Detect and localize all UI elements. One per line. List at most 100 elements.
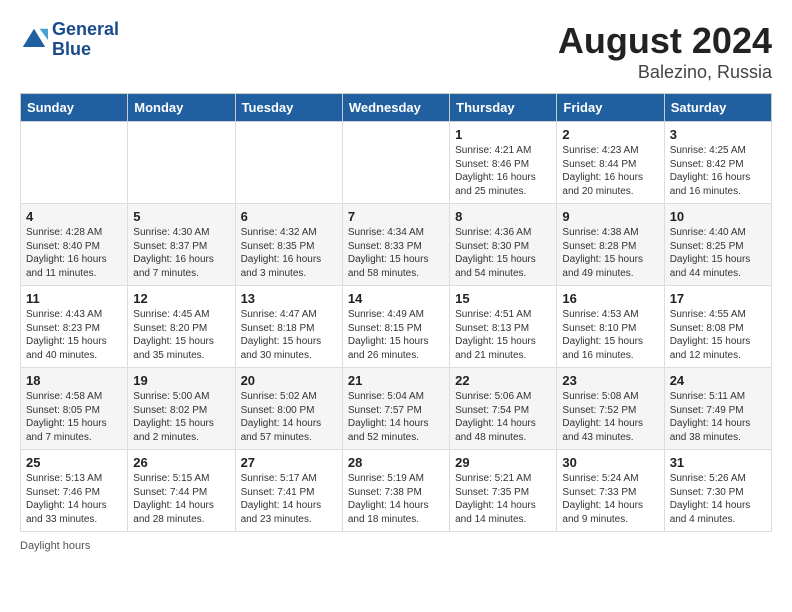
calendar-cell: 9 Sunrise: 4:38 AM Sunset: 8:28 PM Daylig… <box>557 204 664 286</box>
page-title: August 2024 <box>558 20 772 62</box>
calendar-week-row: 1 Sunrise: 4:21 AM Sunset: 8:46 PM Daylig… <box>21 122 772 204</box>
calendar-cell: 24 Sunrise: 5:11 AM Sunset: 7:49 PM Dayli… <box>664 368 771 450</box>
calendar-cell: 13 Sunrise: 4:47 AM Sunset: 8:18 PM Dayli… <box>235 286 342 368</box>
col-header-wednesday: Wednesday <box>342 94 449 122</box>
day-info: Sunrise: 4:58 AM Sunset: 8:05 PM Dayligh… <box>26 390 122 444</box>
calendar-week-row: 4 Sunrise: 4:28 AM Sunset: 8:40 PM Daylig… <box>21 204 772 286</box>
title-block: August 2024 Balezino, Russia <box>558 20 772 83</box>
day-number: 20 <box>241 373 337 388</box>
day-number: 25 <box>26 455 122 470</box>
calendar-cell: 29 Sunrise: 5:21 AM Sunset: 7:35 PM Dayli… <box>450 450 557 532</box>
day-number: 11 <box>26 291 122 306</box>
calendar-header-row: SundayMondayTuesdayWednesdayThursdayFrid… <box>21 94 772 122</box>
day-info: Sunrise: 5:15 AM Sunset: 7:44 PM Dayligh… <box>133 472 229 526</box>
calendar-cell: 27Sunrise: 5:17 AM Sunset: 7:41 PM Dayli… <box>235 450 342 532</box>
calendar-cell: 25Sunrise: 5:13 AM Sunset: 7:46 PM Dayli… <box>21 450 128 532</box>
col-header-tuesday: Tuesday <box>235 94 342 122</box>
day-info: Sunrise: 4:28 AM Sunset: 8:40 PM Dayligh… <box>26 226 122 280</box>
calendar-cell: 8 Sunrise: 4:36 AM Sunset: 8:30 PM Daylig… <box>450 204 557 286</box>
day-number: 12 <box>133 291 229 306</box>
calendar-cell: 4 Sunrise: 4:28 AM Sunset: 8:40 PM Daylig… <box>21 204 128 286</box>
calendar-cell: 1 Sunrise: 4:21 AM Sunset: 8:46 PM Daylig… <box>450 122 557 204</box>
day-number: 3 <box>670 127 766 142</box>
day-info: Sunrise: 5:21 AM Sunset: 7:35 PM Dayligh… <box>455 472 551 526</box>
calendar-week-row: 11 Sunrise: 4:43 AM Sunset: 8:23 PM Dayli… <box>21 286 772 368</box>
day-info: Sunrise: 4:40 AM Sunset: 8:25 PM Dayligh… <box>670 226 766 280</box>
calendar-cell: 16 Sunrise: 4:53 AM Sunset: 8:10 PM Dayli… <box>557 286 664 368</box>
calendar-cell: 18 Sunrise: 4:58 AM Sunset: 8:05 PM Dayli… <box>21 368 128 450</box>
calendar-cell: 31 Sunrise: 5:26 AM Sunset: 7:30 PM Dayli… <box>664 450 771 532</box>
col-header-friday: Friday <box>557 94 664 122</box>
col-header-sunday: Sunday <box>21 94 128 122</box>
calendar-cell: 14Sunrise: 4:49 AM Sunset: 8:15 PM Dayli… <box>342 286 449 368</box>
day-number: 16 <box>562 291 658 306</box>
day-number: 28 <box>348 455 444 470</box>
day-number: 31 <box>670 455 766 470</box>
day-info: Sunrise: 4:30 AM Sunset: 8:37 PM Dayligh… <box>133 226 229 280</box>
day-info: Sunrise: 4:23 AM Sunset: 8:44 PM Dayligh… <box>562 144 658 198</box>
day-number: 19 <box>133 373 229 388</box>
day-info: Sunrise: 5:26 AM Sunset: 7:30 PM Dayligh… <box>670 472 766 526</box>
day-info: Sunrise: 4:38 AM Sunset: 8:28 PM Dayligh… <box>562 226 658 280</box>
calendar-cell: 23 Sunrise: 5:08 AM Sunset: 7:52 PM Dayli… <box>557 368 664 450</box>
day-info: Sunrise: 4:34 AM Sunset: 8:33 PM Dayligh… <box>348 226 444 280</box>
day-info: Sunrise: 5:06 AM Sunset: 7:54 PM Dayligh… <box>455 390 551 444</box>
calendar-week-row: 25Sunrise: 5:13 AM Sunset: 7:46 PM Dayli… <box>21 450 772 532</box>
day-info: Sunrise: 5:24 AM Sunset: 7:33 PM Dayligh… <box>562 472 658 526</box>
day-info: Sunrise: 4:21 AM Sunset: 8:46 PM Dayligh… <box>455 144 551 198</box>
calendar-cell <box>21 122 128 204</box>
day-info: Sunrise: 4:43 AM Sunset: 8:23 PM Dayligh… <box>26 308 122 362</box>
calendar-cell: 19 Sunrise: 5:00 AM Sunset: 8:02 PM Dayli… <box>128 368 235 450</box>
day-number: 26 <box>133 455 229 470</box>
day-info: Sunrise: 5:04 AM Sunset: 7:57 PM Dayligh… <box>348 390 444 444</box>
day-number: 9 <box>562 209 658 224</box>
day-info: Sunrise: 4:25 AM Sunset: 8:42 PM Dayligh… <box>670 144 766 198</box>
logo-text: General Blue <box>52 20 119 60</box>
calendar-table: SundayMondayTuesdayWednesdayThursdayFrid… <box>20 93 772 532</box>
day-info: Sunrise: 4:53 AM Sunset: 8:10 PM Dayligh… <box>562 308 658 362</box>
logo-icon <box>20 26 48 54</box>
day-info: Sunrise: 5:17 AM Sunset: 7:41 PM Dayligh… <box>241 472 337 526</box>
day-info: Sunrise: 5:11 AM Sunset: 7:49 PM Dayligh… <box>670 390 766 444</box>
day-number: 6 <box>241 209 337 224</box>
day-number: 7 <box>348 209 444 224</box>
day-number: 5 <box>133 209 229 224</box>
day-number: 17 <box>670 291 766 306</box>
day-number: 10 <box>670 209 766 224</box>
day-info: Sunrise: 4:55 AM Sunset: 8:08 PM Dayligh… <box>670 308 766 362</box>
day-number: 29 <box>455 455 551 470</box>
day-number: 2 <box>562 127 658 142</box>
calendar-cell: 10 Sunrise: 4:40 AM Sunset: 8:25 PM Dayli… <box>664 204 771 286</box>
day-number: 30 <box>562 455 658 470</box>
day-number: 18 <box>26 373 122 388</box>
day-info: Sunrise: 4:51 AM Sunset: 8:13 PM Dayligh… <box>455 308 551 362</box>
day-info: Sunrise: 5:00 AM Sunset: 8:02 PM Dayligh… <box>133 390 229 444</box>
day-number: 4 <box>26 209 122 224</box>
calendar-cell: 6 Sunrise: 4:32 AM Sunset: 8:35 PM Daylig… <box>235 204 342 286</box>
day-info: Sunrise: 5:19 AM Sunset: 7:38 PM Dayligh… <box>348 472 444 526</box>
day-info: Sunrise: 5:08 AM Sunset: 7:52 PM Dayligh… <box>562 390 658 444</box>
day-info: Sunrise: 4:47 AM Sunset: 8:18 PM Dayligh… <box>241 308 337 362</box>
day-number: 24 <box>670 373 766 388</box>
day-info: Sunrise: 4:45 AM Sunset: 8:20 PM Dayligh… <box>133 308 229 362</box>
calendar-cell <box>128 122 235 204</box>
calendar-cell: 22Sunrise: 5:06 AM Sunset: 7:54 PM Dayli… <box>450 368 557 450</box>
day-number: 8 <box>455 209 551 224</box>
col-header-monday: Monday <box>128 94 235 122</box>
calendar-cell: 30 Sunrise: 5:24 AM Sunset: 7:33 PM Dayli… <box>557 450 664 532</box>
day-number: 23 <box>562 373 658 388</box>
page-subtitle: Balezino, Russia <box>558 62 772 83</box>
day-number: 13 <box>241 291 337 306</box>
calendar-cell: 7 Sunrise: 4:34 AM Sunset: 8:33 PM Daylig… <box>342 204 449 286</box>
day-info: Sunrise: 4:36 AM Sunset: 8:30 PM Dayligh… <box>455 226 551 280</box>
footer-note: Daylight hours <box>20 540 772 552</box>
calendar-cell: 15 Sunrise: 4:51 AM Sunset: 8:13 PM Dayli… <box>450 286 557 368</box>
day-number: 21 <box>348 373 444 388</box>
day-number: 1 <box>455 127 551 142</box>
day-number: 15 <box>455 291 551 306</box>
day-info: Sunrise: 4:32 AM Sunset: 8:35 PM Dayligh… <box>241 226 337 280</box>
calendar-week-row: 18 Sunrise: 4:58 AM Sunset: 8:05 PM Dayli… <box>21 368 772 450</box>
calendar-cell <box>342 122 449 204</box>
day-number: 14 <box>348 291 444 306</box>
calendar-cell: 11 Sunrise: 4:43 AM Sunset: 8:23 PM Dayli… <box>21 286 128 368</box>
